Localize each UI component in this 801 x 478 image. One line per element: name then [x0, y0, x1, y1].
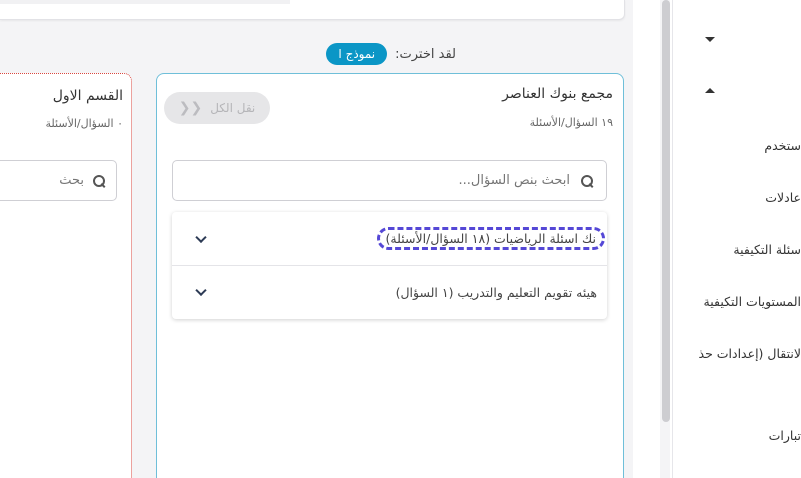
selection-row: لقد اخترت: نموذج ا	[326, 40, 456, 68]
bank-item-evaluation[interactable]: هيئه تقويم التعليم والتدريب (١ السؤال)	[172, 265, 607, 318]
section-title: القسم الاول	[52, 88, 123, 104]
section-panel: القسم الاول ٠ السؤال/الأسئلة	[0, 73, 132, 478]
section-search-box[interactable]	[0, 160, 117, 201]
main-area: لقد اخترت: نموذج ا مجمع بنوك العناصر ١٩ …	[0, 0, 633, 478]
move-all-button[interactable]: نقل الكل ❮❮	[164, 92, 270, 124]
search-icon	[580, 174, 594, 188]
caret-down-icon[interactable]	[705, 37, 715, 42]
section-question-count: ٠ السؤال/الأسئلة	[45, 117, 123, 130]
bank-title: مجمع بنوك العناصر	[502, 86, 613, 102]
double-chevron-left-icon: ❮❮	[178, 100, 203, 116]
bank-item-label: نك اسئلة الرياضيات (١٨ السؤال/الأسئلة)	[376, 227, 605, 250]
bank-search-box[interactable]	[172, 160, 607, 201]
sidebar-item-user[interactable]: ستخدم	[764, 138, 801, 153]
item-bank-panel: مجمع بنوك العناصر ١٩ السؤال/الأسئلة نقل …	[156, 73, 624, 478]
bank-item-label: هيئه تقويم التعليم والتدريب (١ السؤال)	[395, 284, 597, 300]
section-search-input[interactable]	[4, 173, 84, 188]
top-card-field	[0, 0, 290, 4]
chevron-down-icon[interactable]	[195, 231, 207, 243]
selection-label: لقد اخترت:	[395, 46, 456, 62]
bank-question-count: ١٩ السؤال/الأسئلة	[529, 116, 613, 129]
sidebar-item-tests[interactable]: تبارات	[769, 428, 801, 443]
sidebar-item-adaptive-questions[interactable]: سئلة التكيفية	[733, 242, 801, 257]
sidebar-item-adaptive-levels[interactable]: المستويات التكيفية	[704, 294, 801, 309]
selected-exam-badge[interactable]: نموذج ا	[326, 43, 388, 65]
sidebar: ستخدم عادلات سئلة التكيفية المستويات الت…	[672, 0, 801, 478]
caret-up-icon[interactable]	[705, 88, 715, 93]
chevron-down-icon[interactable]	[195, 284, 207, 297]
bank-search-input[interactable]	[190, 173, 570, 188]
bank-item-math[interactable]: نك اسئلة الرياضيات (١٨ السؤال/الأسئلة)	[172, 212, 607, 265]
bank-list: نك اسئلة الرياضيات (١٨ السؤال/الأسئلة) ه…	[172, 212, 607, 319]
sidebar-item-transition-settings[interactable]: لانتقال (إعدادات حذ	[699, 346, 801, 361]
top-card	[0, 0, 625, 20]
scrollbar-thumb[interactable]	[662, 0, 670, 422]
sidebar-item-equations[interactable]: عادلات	[765, 190, 801, 205]
move-all-label: نقل الكل	[210, 101, 256, 115]
search-icon	[92, 174, 106, 188]
